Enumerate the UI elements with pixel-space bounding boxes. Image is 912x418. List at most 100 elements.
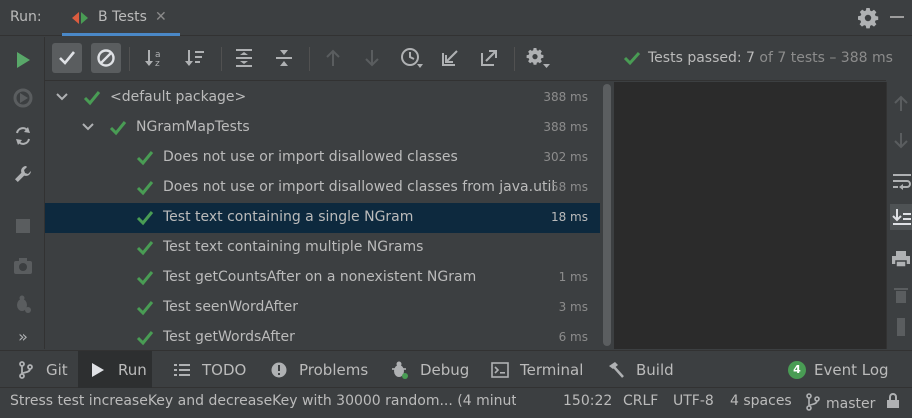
status-prefix: Tests passed:: [648, 50, 742, 66]
stop-button[interactable]: [10, 213, 36, 239]
more-actions-button[interactable]: [890, 314, 912, 340]
run-label: Run:: [10, 9, 42, 25]
clock-icon: [401, 48, 423, 68]
scroll-thumb[interactable]: [603, 84, 611, 346]
screenshot-button[interactable]: [10, 253, 36, 279]
sort-duration-icon: [185, 50, 204, 66]
tree-row-test[interactable]: Test getWordsAfter 6 ms: [45, 323, 600, 349]
status-detail: of 7 tests – 388 ms: [759, 50, 893, 66]
soft-wrap-button[interactable]: [890, 168, 912, 194]
expand-all-button[interactable]: [229, 43, 259, 73]
collapse-all-icon: [276, 50, 292, 66]
tree-row-time: 18 ms: [550, 210, 588, 224]
tree-row-time: 388 ms: [543, 90, 588, 104]
tree-scrollbar[interactable]: [600, 82, 614, 349]
tree-row-label: Does not use or import disallowed classe…: [163, 179, 556, 195]
arrow-up-icon: [894, 95, 908, 111]
run-tool-button[interactable]: Run: [78, 351, 152, 388]
tool-window-bar: Git Run TODO Problems Debug Terminal Bui…: [0, 350, 912, 388]
tree-row-test[interactable]: Test seenWordAfter 3 ms: [45, 293, 600, 323]
line-separator[interactable]: CRLF: [623, 393, 658, 409]
next-test-button[interactable]: [357, 43, 387, 73]
show-passed-button[interactable]: [52, 43, 82, 73]
import-tests-button[interactable]: [435, 43, 465, 73]
rerun-button[interactable]: [10, 47, 36, 73]
gear-icon[interactable]: [856, 6, 880, 30]
scroll-up-button[interactable]: [890, 90, 912, 116]
todo-tool-button[interactable]: TODO: [162, 351, 252, 388]
test-options-button[interactable]: [523, 43, 553, 73]
import-icon: [442, 50, 458, 66]
passed-icon: [136, 301, 154, 316]
tree-row-ngrammaptests[interactable]: NGramMapTests 388 ms: [45, 113, 600, 143]
tree-row-label: Test getWordsAfter: [163, 329, 295, 345]
collapse-all-button[interactable]: [269, 43, 299, 73]
tree-row-label: <default package>: [110, 89, 247, 105]
tree-row-label: Test text containing multiple NGrams: [163, 239, 424, 255]
svg-text:z: z: [155, 59, 160, 68]
printer-icon: [892, 251, 910, 268]
close-icon[interactable]: ✕: [155, 9, 167, 25]
hammer-icon: [606, 361, 626, 379]
event-log-badge: 4: [788, 360, 806, 379]
cursor-position[interactable]: 150:22: [563, 393, 612, 409]
file-encoding[interactable]: UTF-8: [673, 393, 714, 409]
rerun-failed-button[interactable]: [10, 85, 36, 111]
tree-row-test[interactable]: Does not use or import disallowed classe…: [45, 143, 600, 173]
passed-icon: [136, 241, 154, 256]
print-button[interactable]: [890, 246, 912, 272]
toggle-auto-test-button[interactable]: [10, 123, 36, 149]
build-tool-button[interactable]: Build: [596, 351, 676, 388]
passed-icon: [136, 331, 154, 346]
list-icon: [172, 361, 192, 379]
debug-label: Debug: [420, 360, 470, 379]
status-count: 7: [746, 50, 755, 66]
tree-row-test[interactable]: Test getCountsAfter on a nonexistent NGr…: [45, 263, 600, 293]
indent-setting[interactable]: 4 spaces: [730, 393, 792, 409]
console-output[interactable]: [614, 82, 886, 349]
tree-row-test[interactable]: Does not use or import disallowed classe…: [45, 173, 600, 203]
git-branch-icon: [806, 393, 820, 411]
event-log-label: Event Log: [814, 360, 889, 379]
git-branch-icon: [16, 360, 36, 379]
tree-row-test-selected[interactable]: Test text containing a single NGram 18 m…: [45, 203, 600, 233]
problems-tool-button[interactable]: Problems: [259, 351, 371, 388]
more-icon[interactable]: »: [10, 323, 36, 349]
problems-label: Problems: [299, 360, 369, 379]
minimize-icon[interactable]: [890, 16, 904, 18]
tree-row-label: Test seenWordAfter: [163, 299, 299, 315]
export-tests-button[interactable]: [474, 43, 504, 73]
tree-row-label: Test text containing a single NGram: [163, 209, 414, 225]
tab-b-tests[interactable]: B Tests ✕: [62, 0, 180, 36]
test-history-button[interactable]: [397, 43, 427, 73]
lock-icon[interactable]: [886, 393, 900, 413]
clear-all-button[interactable]: [890, 282, 912, 308]
debug-config-button[interactable]: [10, 291, 36, 317]
show-ignored-button[interactable]: [91, 43, 121, 73]
git-branch-widget[interactable]: master: [806, 393, 875, 412]
chevron-down-icon[interactable]: [81, 120, 95, 134]
tab-label: B Tests: [98, 9, 147, 25]
pass-check-icon: [623, 51, 641, 66]
test-config-icon: [72, 12, 88, 24]
sort-alphabetically-button[interactable]: az: [140, 43, 170, 73]
status-message[interactable]: Stress test increaseKey and decreaseKey …: [10, 393, 516, 409]
terminal-tool-button[interactable]: Terminal: [480, 351, 584, 388]
test-toolbar: az Tests passed: 7 of 7 tests – 388 ms: [45, 37, 893, 81]
event-log-tool-button[interactable]: 4 Event Log: [778, 351, 898, 388]
passed-icon: [109, 121, 127, 136]
git-label: Git: [46, 360, 68, 379]
git-tool-button[interactable]: Git: [6, 351, 72, 388]
chevron-down-icon[interactable]: [55, 90, 69, 104]
tree-row-default-package[interactable]: <default package> 388 ms: [45, 83, 600, 113]
scroll-down-button[interactable]: [890, 128, 912, 154]
sort-by-duration-button[interactable]: [180, 43, 210, 73]
tree-row-test[interactable]: Test text containing multiple NGrams: [45, 233, 600, 263]
previous-test-button[interactable]: [318, 43, 348, 73]
debug-tool-button[interactable]: Debug: [380, 351, 470, 388]
bug-settings-icon: [17, 295, 31, 313]
arrow-down-icon: [894, 133, 908, 149]
passed-icon: [136, 151, 154, 166]
settings-button[interactable]: [10, 161, 36, 187]
scroll-to-end-button[interactable]: [890, 204, 912, 230]
